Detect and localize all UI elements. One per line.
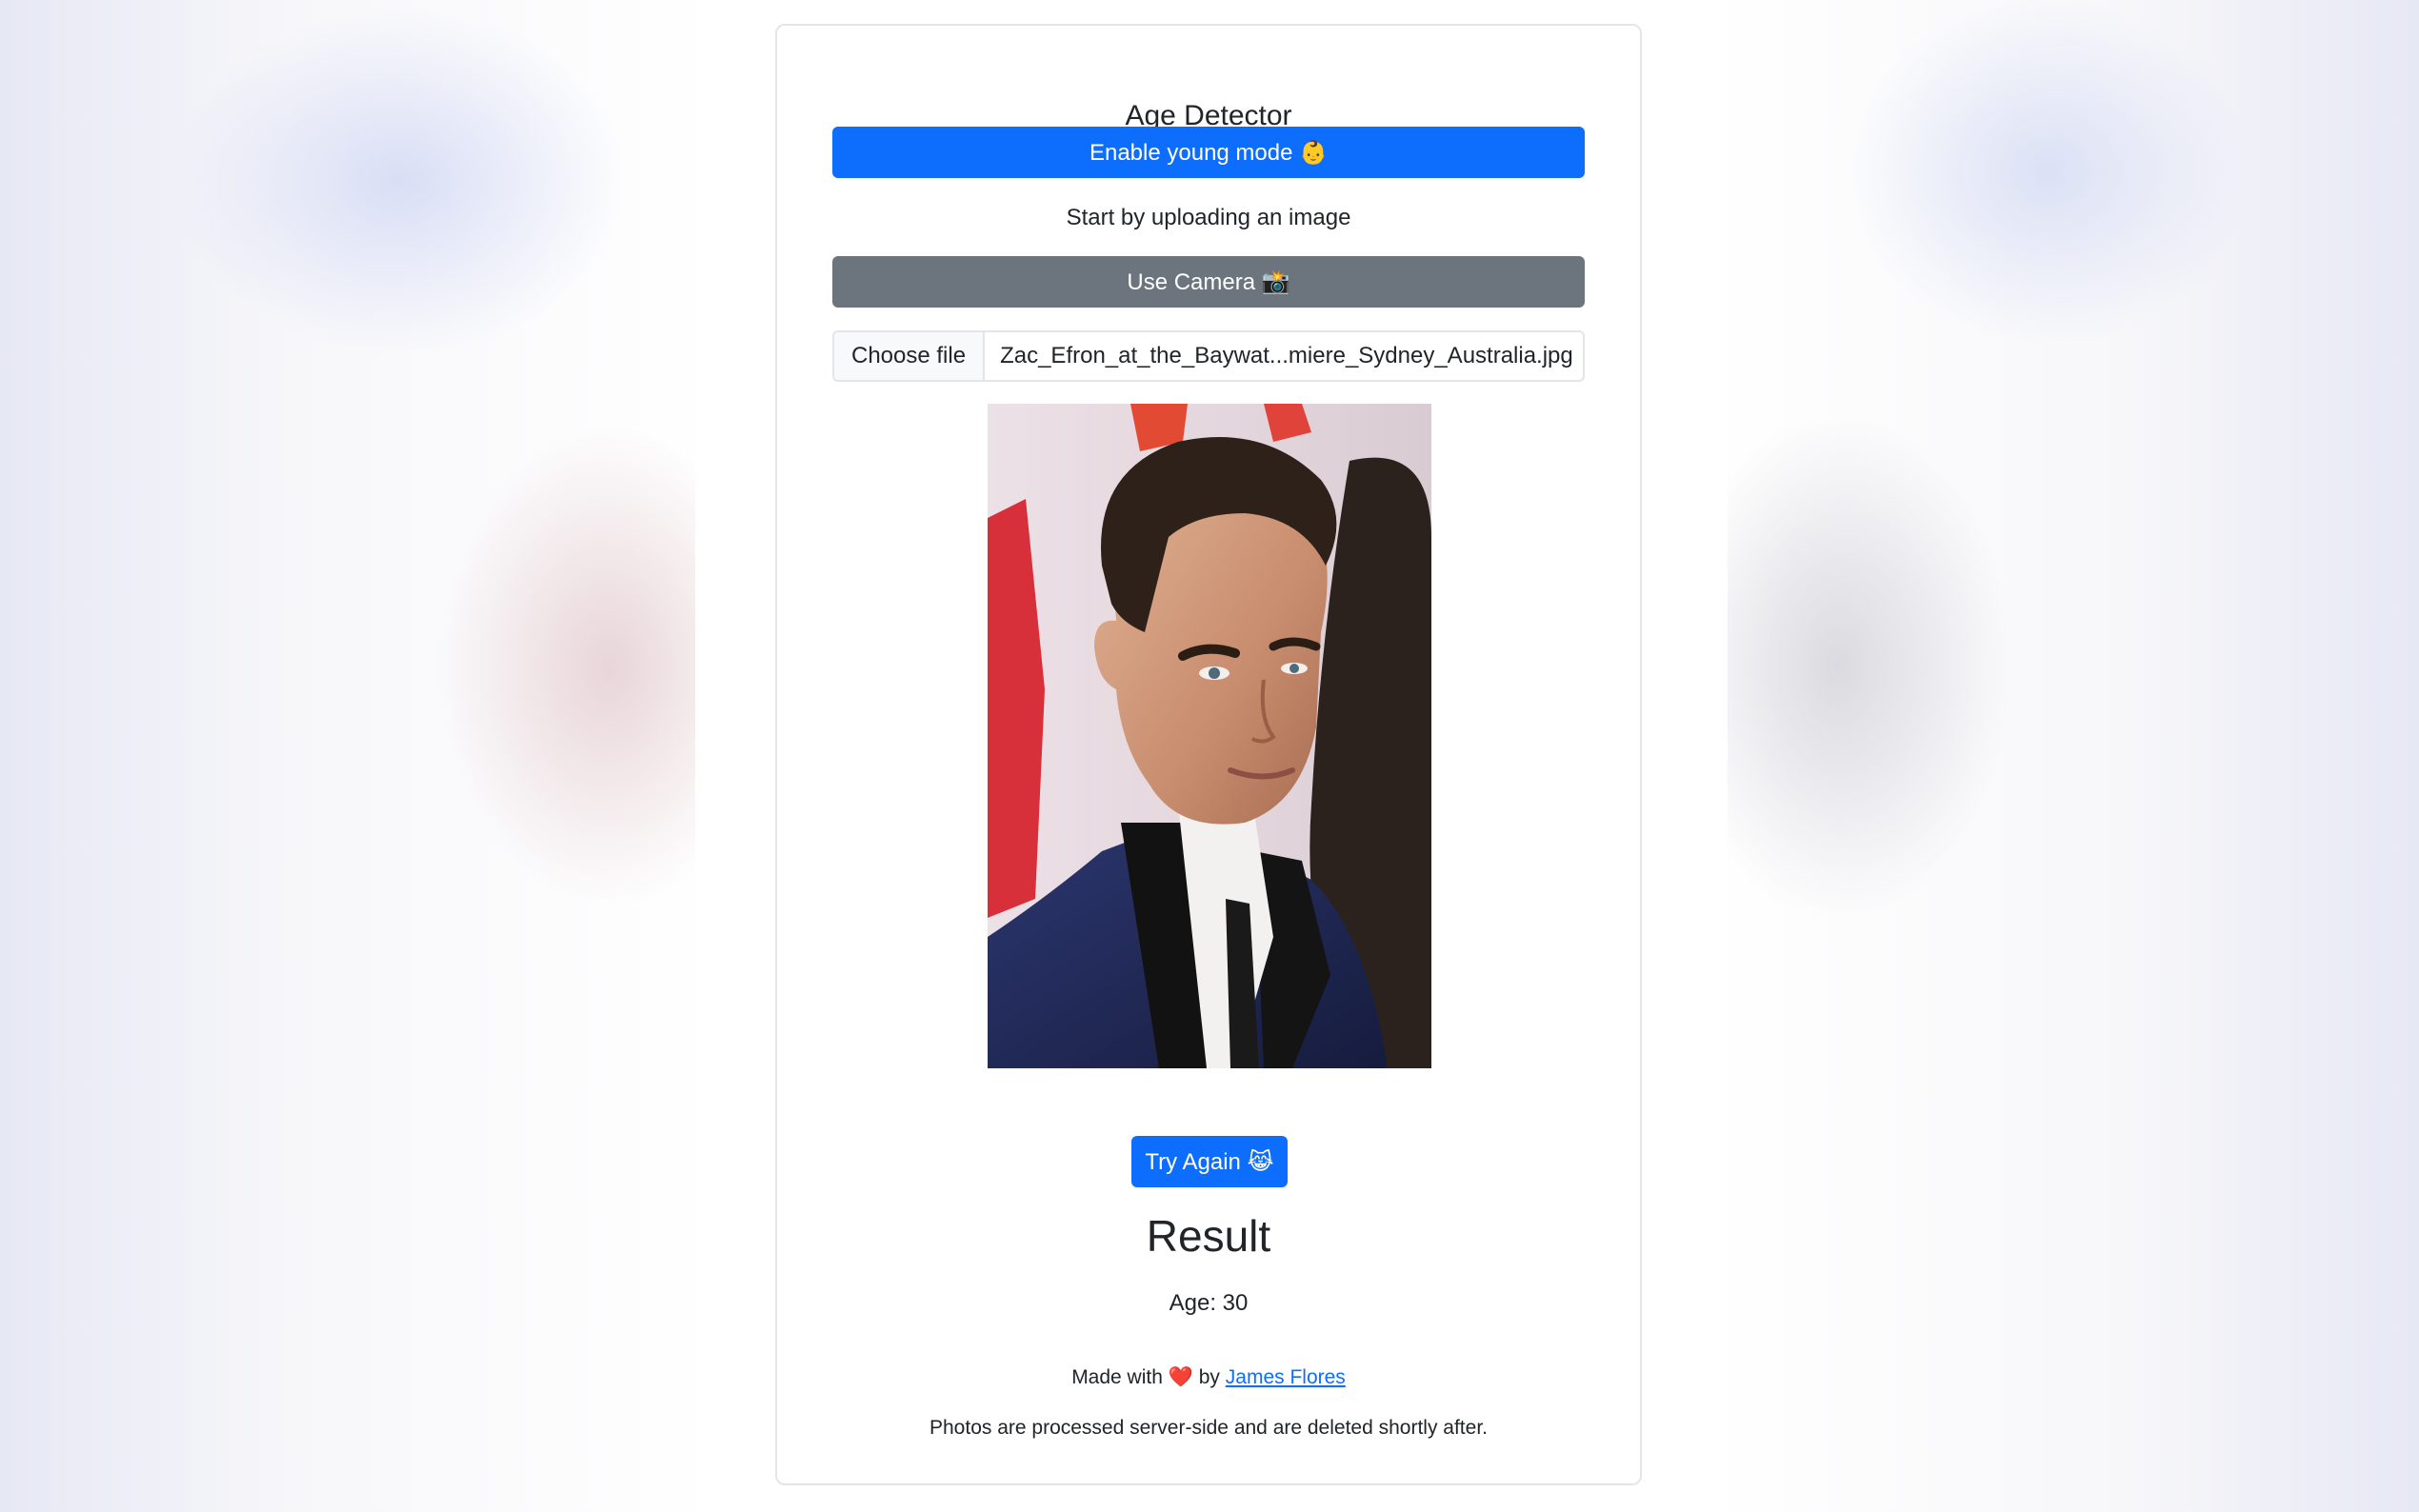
portrait-illustration — [988, 404, 1431, 1068]
choose-file-button[interactable]: Choose file — [834, 332, 986, 380]
credit-line: Made with ❤️ by James Flores — [777, 1366, 1640, 1389]
age-result: Age: 30 — [1169, 1290, 1249, 1316]
uploaded-photo — [988, 404, 1431, 1068]
author-link[interactable]: James Flores — [1226, 1366, 1346, 1388]
made-with-text: Made with — [1071, 1366, 1163, 1388]
by-text: by — [1198, 1366, 1220, 1388]
try-again-button[interactable]: Try Again 😹 — [1131, 1136, 1288, 1187]
heart-icon: ❤️ — [1168, 1366, 1193, 1388]
file-input[interactable]: Choose file Zac_Efron_at_the_Baywat...mi… — [832, 330, 1585, 382]
selected-file-name: Zac_Efron_at_the_Baywat...miere_Sydney_A… — [1000, 343, 1573, 368]
use-camera-button[interactable]: Use Camera 📸 — [832, 256, 1585, 308]
result-heading: Result — [1146, 1211, 1271, 1261]
upload-prompt: Start by uploading an image — [1066, 205, 1351, 230]
enable-young-mode-button[interactable]: Enable young mode 👶 — [832, 127, 1585, 178]
age-detector-card: Age Detector Enable young mode 👶 Start b… — [775, 24, 1642, 1485]
privacy-note: Photos are processed server-side and are… — [930, 1417, 1488, 1439]
